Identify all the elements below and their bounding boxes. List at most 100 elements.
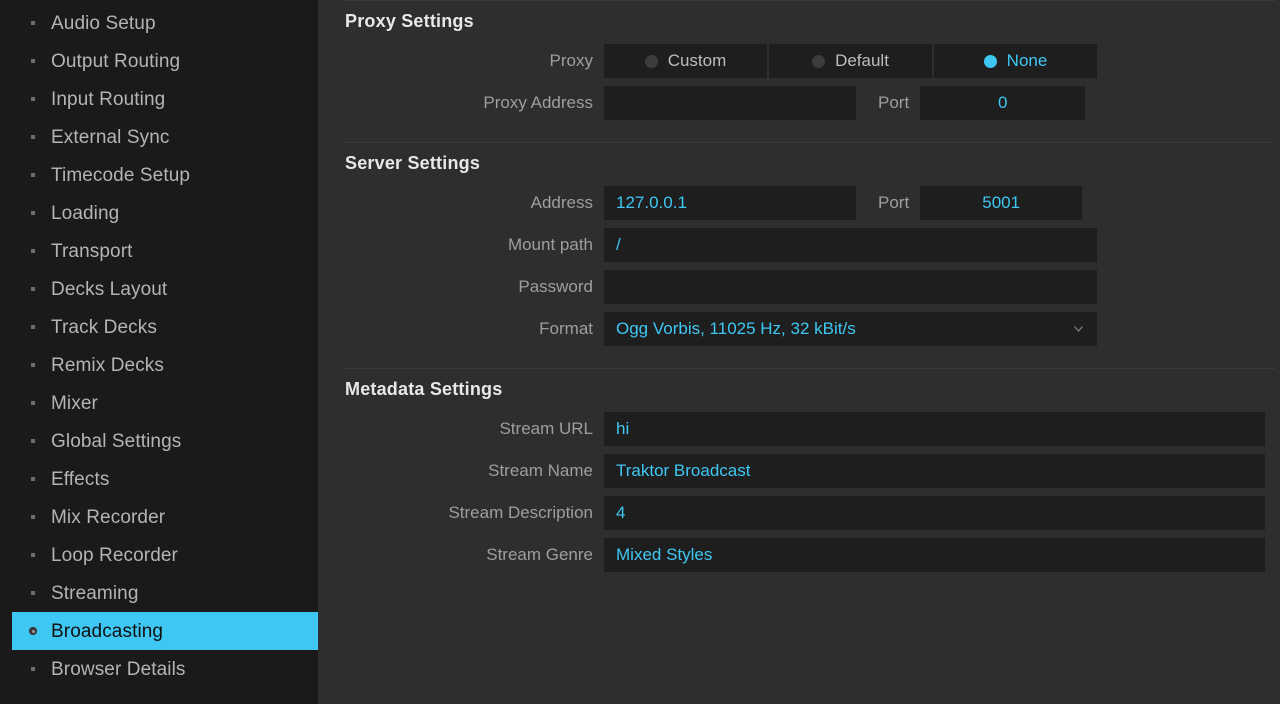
sidebar-item-label: Effects — [51, 470, 109, 489]
sidebar-item-label: Browser Details — [51, 660, 186, 679]
row-stream-description: Stream Description 4 — [345, 496, 1275, 530]
sidebar-item-label: Transport — [51, 242, 133, 261]
row-password: Password — [345, 270, 1275, 304]
row-stream-name: Stream Name Traktor Broadcast — [345, 454, 1275, 488]
sidebar-item-remix-decks[interactable]: Remix Decks — [12, 346, 318, 384]
row-proxy-address: Proxy Address Port 0 — [345, 86, 1275, 120]
sidebar-item-transport[interactable]: Transport — [12, 232, 318, 270]
sidebar-item-timecode-setup[interactable]: Timecode Setup — [12, 156, 318, 194]
sidebar-item-global-settings[interactable]: Global Settings — [12, 422, 318, 460]
stream-genre-label: Stream Genre — [345, 545, 604, 565]
proxy-mode-option-label: None — [1007, 51, 1048, 71]
proxy-address-input[interactable] — [604, 86, 856, 120]
bullet-icon — [28, 550, 38, 560]
sidebar-item-label: Mix Recorder — [51, 508, 165, 527]
sidebar-item-external-sync[interactable]: External Sync — [12, 118, 318, 156]
server-address-label: Address — [345, 193, 604, 213]
stream-description-label: Stream Description — [345, 503, 604, 523]
spacer — [345, 354, 1275, 368]
bullet-icon — [28, 664, 38, 674]
chevron-down-icon — [1074, 326, 1083, 332]
sidebar-item-audio-setup[interactable]: Audio Setup — [12, 4, 318, 42]
sidebar-item-streaming[interactable]: Streaming — [12, 574, 318, 612]
sidebar-item-broadcasting[interactable]: Broadcasting — [12, 612, 318, 650]
sidebar-item-label: Mixer — [51, 394, 98, 413]
password-label: Password — [345, 277, 604, 297]
row-stream-genre: Stream Genre Mixed Styles — [345, 538, 1275, 572]
password-input[interactable] — [604, 270, 1097, 304]
bullet-icon — [28, 436, 38, 446]
proxy-address-label: Proxy Address — [345, 93, 604, 113]
proxy-mode-option-default[interactable]: Default — [769, 44, 932, 78]
sidebar-item-mix-recorder[interactable]: Mix Recorder — [12, 498, 318, 536]
sidebar-item-label: Broadcasting — [51, 622, 163, 641]
bullet-icon — [28, 588, 38, 598]
bullet-icon — [28, 56, 38, 66]
row-server-address: Address 127.0.0.1 Port 5001 — [345, 186, 1275, 220]
proxy-mode-option-custom[interactable]: Custom — [604, 44, 767, 78]
sidebar-item-label: Audio Setup — [51, 14, 156, 33]
sidebar-item-label: Output Routing — [51, 52, 180, 71]
stream-genre-input[interactable]: Mixed Styles — [604, 538, 1265, 572]
row-stream-url: Stream URL hi — [345, 412, 1275, 446]
format-label: Format — [345, 319, 604, 339]
stream-name-label: Stream Name — [345, 461, 604, 481]
proxy-mode-radio-group: Custom Default None — [604, 44, 1097, 78]
sidebar-item-effects[interactable]: Effects — [12, 460, 318, 498]
proxy-mode-label: Proxy — [345, 51, 604, 71]
proxy-port-input[interactable]: 0 — [920, 86, 1085, 120]
bullet-icon — [28, 474, 38, 484]
server-port-label: Port — [856, 193, 920, 213]
bullet-selected-icon — [28, 626, 38, 636]
server-port-input[interactable]: 5001 — [920, 186, 1082, 220]
sidebar-item-loading[interactable]: Loading — [12, 194, 318, 232]
sidebar-item-label: Remix Decks — [51, 356, 164, 375]
stream-name-input[interactable]: Traktor Broadcast — [604, 454, 1265, 488]
proxy-mode-option-label: Default — [835, 51, 889, 71]
bullet-icon — [28, 208, 38, 218]
bullet-icon — [28, 512, 38, 522]
format-select[interactable]: Ogg Vorbis, 11025 Hz, 32 kBit/s — [604, 312, 1097, 346]
format-select-value: Ogg Vorbis, 11025 Hz, 32 kBit/s — [616, 319, 856, 339]
row-proxy-mode: Proxy Custom Default None — [345, 44, 1275, 78]
sidebar-item-label: Loop Recorder — [51, 546, 178, 565]
sidebar-item-mixer[interactable]: Mixer — [12, 384, 318, 422]
bullet-icon — [28, 322, 38, 332]
mount-path-label: Mount path — [345, 235, 604, 255]
sidebar-item-label: Global Settings — [51, 432, 181, 451]
stream-url-input[interactable]: hi — [604, 412, 1265, 446]
sidebar-item-label: Timecode Setup — [51, 166, 190, 185]
section-proxy-settings: Proxy Settings Proxy Custom Default None — [345, 0, 1275, 142]
bullet-icon — [28, 246, 38, 256]
radio-icon — [812, 55, 825, 68]
sidebar-item-loop-recorder[interactable]: Loop Recorder — [12, 536, 318, 574]
sidebar-item-label: Track Decks — [51, 318, 157, 337]
stream-url-label: Stream URL — [345, 419, 604, 439]
stream-description-input[interactable]: 4 — [604, 496, 1265, 530]
bullet-icon — [28, 170, 38, 180]
sidebar-item-track-decks[interactable]: Track Decks — [12, 308, 318, 346]
bullet-icon — [28, 360, 38, 370]
bullet-icon — [28, 398, 38, 408]
sidebar-item-browser-details[interactable]: Browser Details — [12, 650, 318, 688]
proxy-mode-option-label: Custom — [668, 51, 727, 71]
proxy-mode-option-none[interactable]: None — [934, 44, 1097, 78]
bullet-icon — [28, 18, 38, 28]
proxy-port-label: Port — [856, 93, 920, 113]
server-address-input[interactable]: 127.0.0.1 — [604, 186, 856, 220]
mount-path-input[interactable]: / — [604, 228, 1097, 262]
section-server-settings: Server Settings Address 127.0.0.1 Port 5… — [345, 142, 1275, 368]
sidebar-item-label: Loading — [51, 204, 119, 223]
radio-icon — [645, 55, 658, 68]
sidebar-item-decks-layout[interactable]: Decks Layout — [12, 270, 318, 308]
preferences-content: Proxy Settings Proxy Custom Default None — [318, 0, 1280, 704]
section-metadata-settings: Metadata Settings Stream URL hi Stream N… — [345, 368, 1275, 572]
preferences-sidebar: Audio Setup Output Routing Input Routing… — [0, 0, 318, 704]
bullet-icon — [28, 94, 38, 104]
spacer — [345, 128, 1275, 142]
sidebar-item-label: Streaming — [51, 584, 139, 603]
sidebar-item-input-routing[interactable]: Input Routing — [12, 80, 318, 118]
section-title-proxy-settings: Proxy Settings — [345, 1, 1275, 44]
bullet-icon — [28, 132, 38, 142]
sidebar-item-output-routing[interactable]: Output Routing — [12, 42, 318, 80]
